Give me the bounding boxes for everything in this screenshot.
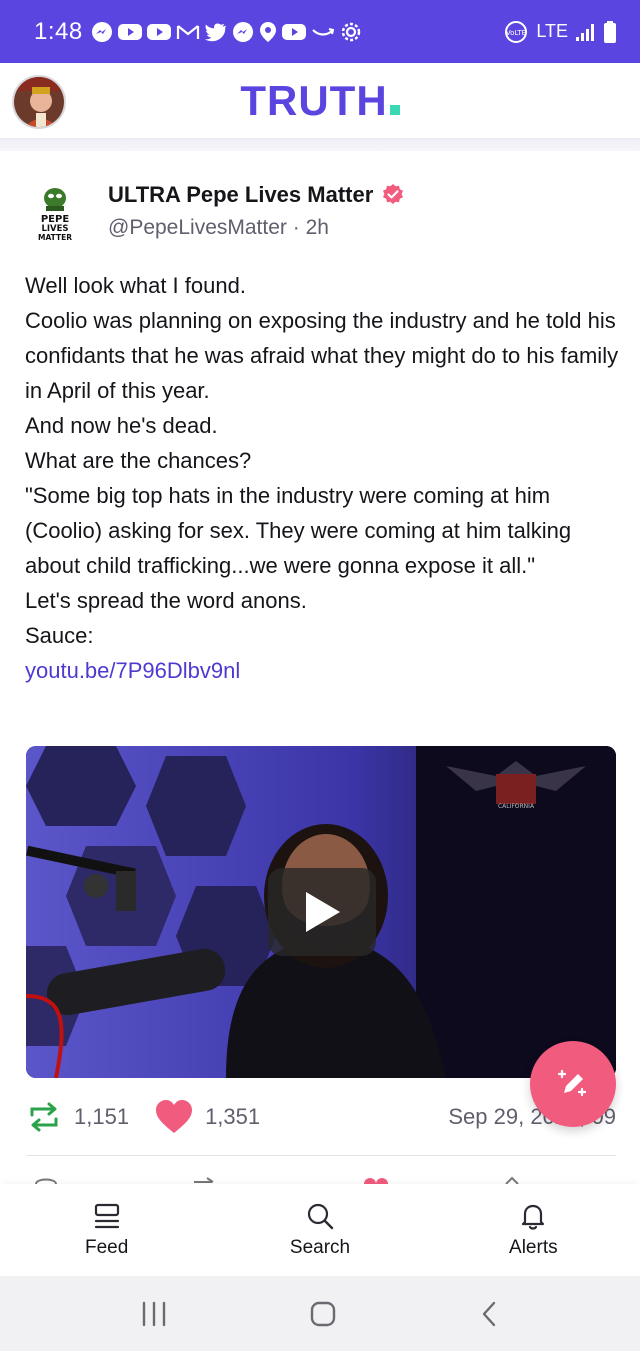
notification-icons: [91, 21, 362, 43]
bell-icon: [522, 1204, 545, 1230]
play-button[interactable]: [268, 868, 376, 956]
author-name-text: ULTRA Pepe Lives Matter: [108, 182, 374, 207]
post-header: PEPE LIVES MATTER ULTRA Pepe Lives Matte…: [0, 170, 640, 250]
like-count[interactable]: 1,351: [155, 1100, 260, 1134]
post-line-6: Let's spread the word anons.: [25, 588, 307, 613]
author-handle[interactable]: @PepeLivesMatter: [108, 216, 287, 239]
network-type: LTE: [536, 21, 568, 41]
header-divider: [0, 139, 640, 151]
status-bar: 1:48 VoLTE LTE: [0, 0, 640, 63]
system-nav-bar: [0, 1276, 640, 1351]
battery-icon: [604, 20, 616, 43]
author-name[interactable]: ULTRA Pepe Lives Matter: [108, 182, 405, 208]
nav-search-label: Search: [289, 1237, 351, 1258]
nav-feed-label: Feed: [85, 1237, 129, 1258]
youtube-icon-3: [281, 22, 306, 42]
verified-badge-icon: [383, 184, 404, 204]
recent-apps-icon[interactable]: [139, 1300, 169, 1328]
volte-icon: VoLTE: [504, 20, 528, 44]
home-icon[interactable]: [308, 1299, 338, 1329]
meta-separator: ·: [292, 216, 300, 239]
status-right: VoLTE LTE: [504, 20, 616, 44]
stats-divider: [26, 1155, 616, 1156]
post-line-5: "Some big top hats in the industry were …: [25, 483, 572, 578]
profile-avatar[interactable]: [12, 75, 66, 129]
logo-dot: [389, 104, 400, 115]
post-line-4: What are the chances?: [25, 448, 252, 473]
retruth-icon: [30, 1102, 58, 1132]
search-icon: [307, 1203, 334, 1230]
video-player[interactable]: CALIFORNIA: [26, 746, 616, 1078]
post-link[interactable]: youtu.be/7P96Dlbv9nl: [25, 658, 240, 683]
youtube-icon-2: [146, 22, 171, 42]
post-line-2: Coolio was planning on exposing the indu…: [25, 308, 619, 403]
compose-icon: [557, 1069, 587, 1097]
heart-icon: [156, 1100, 193, 1133]
action-row-partial: [26, 1168, 616, 1184]
twitter-icon: [204, 22, 227, 42]
like-count-text: 1,351: [205, 1104, 261, 1129]
signal-icon: [576, 23, 596, 41]
author-avatar[interactable]: PEPE LIVES MATTER: [26, 182, 84, 242]
post-line-7: Sauce:: [25, 623, 94, 648]
post-stats: 1,151 1,351 Sep 29, 2022, 09: [26, 1090, 616, 1144]
messenger-icon-2: [232, 21, 254, 43]
status-time: 1:48: [34, 17, 83, 45]
gmail-icon: [176, 22, 200, 42]
nav-feed[interactable]: Feed: [0, 1184, 213, 1276]
nav-search[interactable]: Search: [213, 1184, 426, 1276]
retruth-count[interactable]: 1,151: [26, 1101, 129, 1133]
retruth-count-text: 1,151: [74, 1104, 130, 1129]
messenger-icon: [91, 21, 113, 43]
nav-alerts-label: Alerts: [509, 1237, 558, 1258]
avatar-word-3: MATTER: [38, 233, 72, 242]
logo-text: TRUTH: [240, 76, 388, 124]
author-meta: @PepeLivesMatter · 2h: [108, 216, 329, 240]
back-icon[interactable]: [477, 1299, 501, 1329]
post-line-3: And now he's dead.: [25, 413, 218, 438]
volte-label: VoLTE: [506, 29, 526, 37]
post-time: 2h: [305, 216, 329, 239]
nav-alerts[interactable]: Alerts: [427, 1184, 640, 1276]
post-line-1: Well look what I found.: [25, 273, 246, 298]
location-icon: [259, 21, 277, 43]
settings-icon: [340, 21, 362, 43]
app-header: TRUTH: [0, 63, 640, 139]
feed-icon: [94, 1203, 119, 1229]
compose-button[interactable]: [530, 1041, 616, 1127]
post-body: Well look what I found. Coolio was plann…: [25, 268, 625, 688]
truth-logo[interactable]: TRUTH: [240, 76, 400, 125]
play-icon: [306, 892, 340, 932]
youtube-icon: [117, 22, 142, 42]
amazon-icon: [311, 25, 335, 39]
video-badge-text: CALIFORNIA: [498, 803, 535, 810]
bottom-nav: Feed Search Alerts: [0, 1184, 640, 1276]
action-icons-partial: [35, 1176, 519, 1184]
